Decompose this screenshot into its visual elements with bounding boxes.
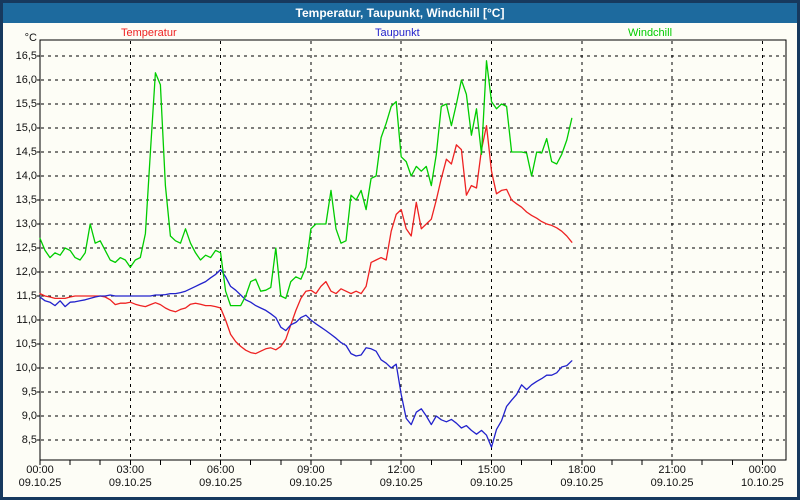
y-tick-label: 11,5 — [16, 290, 37, 302]
plot-frame — [39, 39, 787, 461]
y-tick-label: 13,5 — [15, 194, 37, 206]
x-tick-date-label: 09.10.25 — [379, 477, 423, 489]
x-tick-time-label: 18:00 — [568, 464, 596, 476]
y-tick-label: 16,5 — [15, 50, 37, 62]
x-tick-date-label: 09.10.25 — [108, 477, 152, 489]
x-tick-date-label: 09.10.25 — [650, 477, 694, 489]
x-tick-time-label: 21:00 — [658, 464, 686, 476]
x-tick-time-label: 06:00 — [206, 464, 235, 476]
x-tick-date-label: 09.10.25 — [199, 477, 242, 489]
x-tick-time-label: 12:00 — [387, 464, 415, 476]
y-tick-label: 8,5 — [21, 434, 37, 446]
series-line-temperatur — [39, 124, 573, 355]
x-tick-time-label: 00:00 — [748, 464, 777, 476]
y-tick-label: 14,0 — [15, 170, 37, 182]
app-window: Temperatur, Taupunkt, Windchill [°C] Tem… — [0, 0, 800, 500]
series-line-taupunkt — [39, 268, 573, 448]
y-tick-label: 15,0 — [15, 122, 37, 134]
chart-plot-area — [37, 39, 787, 465]
x-tick-date-label: 10.10.25 — [740, 477, 784, 489]
x-tick-time-label: 15:00 — [477, 464, 506, 476]
y-tick-label: 16,0 — [15, 74, 37, 86]
y-tick-label: 11,0 — [16, 314, 37, 326]
y-tick-label: 15,5 — [15, 98, 37, 110]
x-tick-time-label: 03:00 — [116, 464, 145, 476]
y-tick-label: 9,0 — [21, 410, 37, 422]
x-tick-date-label: 09.10.25 — [560, 477, 604, 489]
y-tick-label: 10,0 — [15, 362, 37, 374]
x-tick-date-label: 09.10.25 — [470, 477, 513, 489]
y-tick-label: 10,5 — [15, 338, 37, 350]
x-tick-date-label: 09.10.25 — [289, 477, 333, 489]
x-tick-time-label: 00:00 — [26, 464, 54, 476]
y-tick-label: 12,5 — [15, 242, 37, 254]
y-tick-label: 12,0 — [15, 266, 37, 278]
x-tick-time-label: 09:00 — [297, 464, 325, 476]
x-tick-date-label: 09.10.25 — [18, 477, 62, 489]
y-tick-label: 9,5 — [21, 386, 37, 398]
y-tick-label: 13,0 — [15, 218, 37, 230]
series-line-windchill — [39, 60, 573, 307]
y-tick-label: 14,5 — [15, 146, 37, 158]
